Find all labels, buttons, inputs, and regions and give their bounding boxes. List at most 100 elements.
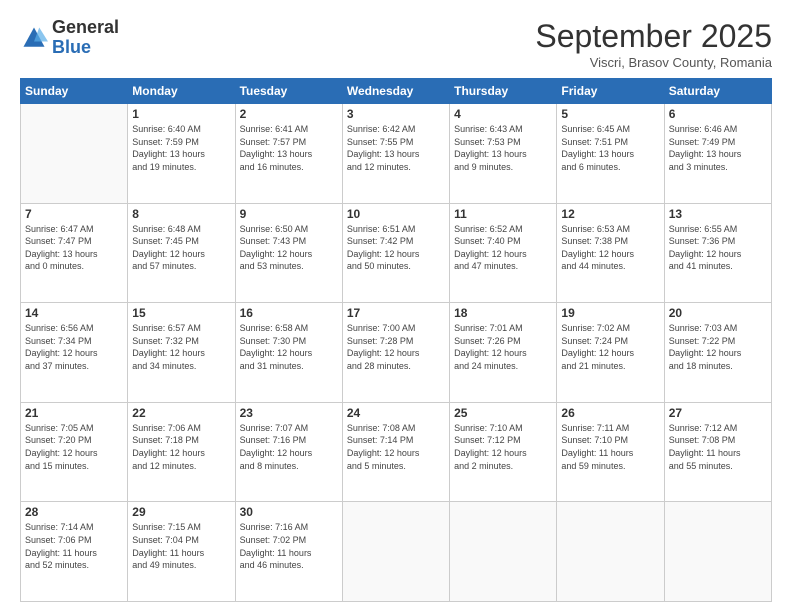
day-cell: 3 Sunrise: 6:42 AM Sunset: 7:55 PM Daylig… (342, 104, 449, 204)
day-number: 22 (132, 406, 230, 420)
day-info: Sunrise: 6:50 AM Sunset: 7:43 PM Dayligh… (240, 223, 338, 273)
day-number: 19 (561, 306, 659, 320)
logo-text: General Blue (52, 18, 119, 58)
day-cell: 15 Sunrise: 6:57 AM Sunset: 7:32 PM Dayli… (128, 303, 235, 403)
col-header-wednesday: Wednesday (342, 79, 449, 104)
day-number: 25 (454, 406, 552, 420)
day-info: Sunrise: 6:53 AM Sunset: 7:38 PM Dayligh… (561, 223, 659, 273)
day-info: Sunrise: 6:47 AM Sunset: 7:47 PM Dayligh… (25, 223, 123, 273)
day-number: 17 (347, 306, 445, 320)
day-info: Sunrise: 6:51 AM Sunset: 7:42 PM Dayligh… (347, 223, 445, 273)
month-title: September 2025 (535, 18, 772, 55)
header-right: September 2025 Viscri, Brasov County, Ro… (535, 18, 772, 70)
day-number: 18 (454, 306, 552, 320)
day-info: Sunrise: 6:56 AM Sunset: 7:34 PM Dayligh… (25, 322, 123, 372)
col-header-sunday: Sunday (21, 79, 128, 104)
day-info: Sunrise: 6:46 AM Sunset: 7:49 PM Dayligh… (669, 123, 767, 173)
day-cell: 29 Sunrise: 7:15 AM Sunset: 7:04 PM Dayli… (128, 502, 235, 602)
day-info: Sunrise: 7:03 AM Sunset: 7:22 PM Dayligh… (669, 322, 767, 372)
day-number: 24 (347, 406, 445, 420)
day-info: Sunrise: 6:57 AM Sunset: 7:32 PM Dayligh… (132, 322, 230, 372)
location: Viscri, Brasov County, Romania (535, 55, 772, 70)
day-cell: 7 Sunrise: 6:47 AM Sunset: 7:47 PM Daylig… (21, 203, 128, 303)
day-number: 10 (347, 207, 445, 221)
day-number: 28 (25, 505, 123, 519)
day-cell: 13 Sunrise: 6:55 AM Sunset: 7:36 PM Dayli… (664, 203, 771, 303)
day-info: Sunrise: 6:52 AM Sunset: 7:40 PM Dayligh… (454, 223, 552, 273)
day-number: 4 (454, 107, 552, 121)
day-cell: 4 Sunrise: 6:43 AM Sunset: 7:53 PM Daylig… (450, 104, 557, 204)
day-cell: 22 Sunrise: 7:06 AM Sunset: 7:18 PM Dayli… (128, 402, 235, 502)
day-info: Sunrise: 6:42 AM Sunset: 7:55 PM Dayligh… (347, 123, 445, 173)
week-row-3: 14 Sunrise: 6:56 AM Sunset: 7:34 PM Dayli… (21, 303, 772, 403)
day-info: Sunrise: 6:55 AM Sunset: 7:36 PM Dayligh… (669, 223, 767, 273)
week-row-1: 1 Sunrise: 6:40 AM Sunset: 7:59 PM Daylig… (21, 104, 772, 204)
header: General Blue September 2025 Viscri, Bras… (20, 18, 772, 70)
day-number: 16 (240, 306, 338, 320)
day-info: Sunrise: 6:45 AM Sunset: 7:51 PM Dayligh… (561, 123, 659, 173)
logo-blue-text: Blue (52, 38, 119, 58)
day-info: Sunrise: 7:12 AM Sunset: 7:08 PM Dayligh… (669, 422, 767, 472)
day-cell: 16 Sunrise: 6:58 AM Sunset: 7:30 PM Dayli… (235, 303, 342, 403)
day-cell (342, 502, 449, 602)
day-cell: 6 Sunrise: 6:46 AM Sunset: 7:49 PM Daylig… (664, 104, 771, 204)
day-cell: 26Sunrise: 7:11 AM Sunset: 7:10 PM Dayli… (557, 402, 664, 502)
day-number: 5 (561, 107, 659, 121)
day-number: 6 (669, 107, 767, 121)
day-cell: 25Sunrise: 7:10 AM Sunset: 7:12 PM Dayli… (450, 402, 557, 502)
day-cell: 28 Sunrise: 7:14 AM Sunset: 7:06 PM Dayli… (21, 502, 128, 602)
day-number: 14 (25, 306, 123, 320)
day-info: Sunrise: 7:02 AM Sunset: 7:24 PM Dayligh… (561, 322, 659, 372)
day-number: 21 (25, 406, 123, 420)
day-cell: 11Sunrise: 6:52 AM Sunset: 7:40 PM Dayli… (450, 203, 557, 303)
col-header-thursday: Thursday (450, 79, 557, 104)
day-cell: 17Sunrise: 7:00 AM Sunset: 7:28 PM Dayli… (342, 303, 449, 403)
day-info: Sunrise: 7:01 AM Sunset: 7:26 PM Dayligh… (454, 322, 552, 372)
day-info: Sunrise: 7:07 AM Sunset: 7:16 PM Dayligh… (240, 422, 338, 472)
day-number: 30 (240, 505, 338, 519)
day-cell: 2 Sunrise: 6:41 AM Sunset: 7:57 PM Daylig… (235, 104, 342, 204)
week-row-2: 7 Sunrise: 6:47 AM Sunset: 7:47 PM Daylig… (21, 203, 772, 303)
calendar-header-row: SundayMondayTuesdayWednesdayThursdayFrid… (21, 79, 772, 104)
day-info: Sunrise: 6:58 AM Sunset: 7:30 PM Dayligh… (240, 322, 338, 372)
logo-icon (20, 24, 48, 52)
day-info: Sunrise: 7:16 AM Sunset: 7:02 PM Dayligh… (240, 521, 338, 571)
day-info: Sunrise: 6:48 AM Sunset: 7:45 PM Dayligh… (132, 223, 230, 273)
day-cell (450, 502, 557, 602)
day-cell (664, 502, 771, 602)
day-info: Sunrise: 7:05 AM Sunset: 7:20 PM Dayligh… (25, 422, 123, 472)
day-number: 2 (240, 107, 338, 121)
day-cell: 8Sunrise: 6:48 AM Sunset: 7:45 PM Daylig… (128, 203, 235, 303)
day-info: Sunrise: 6:43 AM Sunset: 7:53 PM Dayligh… (454, 123, 552, 173)
day-cell (557, 502, 664, 602)
day-cell: 9Sunrise: 6:50 AM Sunset: 7:43 PM Daylig… (235, 203, 342, 303)
day-number: 7 (25, 207, 123, 221)
day-info: Sunrise: 7:06 AM Sunset: 7:18 PM Dayligh… (132, 422, 230, 472)
logo: General Blue (20, 18, 119, 58)
day-cell: 14 Sunrise: 6:56 AM Sunset: 7:34 PM Dayli… (21, 303, 128, 403)
day-info: Sunrise: 6:40 AM Sunset: 7:59 PM Dayligh… (132, 123, 230, 173)
col-header-friday: Friday (557, 79, 664, 104)
day-number: 29 (132, 505, 230, 519)
col-header-tuesday: Tuesday (235, 79, 342, 104)
day-info: Sunrise: 7:15 AM Sunset: 7:04 PM Dayligh… (132, 521, 230, 571)
day-cell: 21 Sunrise: 7:05 AM Sunset: 7:20 PM Dayli… (21, 402, 128, 502)
day-number: 3 (347, 107, 445, 121)
day-info: Sunrise: 7:11 AM Sunset: 7:10 PM Dayligh… (561, 422, 659, 472)
col-header-monday: Monday (128, 79, 235, 104)
day-number: 15 (132, 306, 230, 320)
day-cell: 19 Sunrise: 7:02 AM Sunset: 7:24 PM Dayli… (557, 303, 664, 403)
day-number: 1 (132, 107, 230, 121)
day-cell: 30 Sunrise: 7:16 AM Sunset: 7:02 PM Dayli… (235, 502, 342, 602)
day-number: 13 (669, 207, 767, 221)
day-cell: 18 Sunrise: 7:01 AM Sunset: 7:26 PM Dayli… (450, 303, 557, 403)
week-row-5: 28 Sunrise: 7:14 AM Sunset: 7:06 PM Dayli… (21, 502, 772, 602)
day-cell: 12Sunrise: 6:53 AM Sunset: 7:38 PM Dayli… (557, 203, 664, 303)
day-info: Sunrise: 7:14 AM Sunset: 7:06 PM Dayligh… (25, 521, 123, 571)
day-number: 20 (669, 306, 767, 320)
day-number: 27 (669, 406, 767, 420)
day-info: Sunrise: 6:41 AM Sunset: 7:57 PM Dayligh… (240, 123, 338, 173)
day-cell: 27 Sunrise: 7:12 AM Sunset: 7:08 PM Dayli… (664, 402, 771, 502)
calendar-table: SundayMondayTuesdayWednesdayThursdayFrid… (20, 78, 772, 602)
day-cell: 1 Sunrise: 6:40 AM Sunset: 7:59 PM Daylig… (128, 104, 235, 204)
